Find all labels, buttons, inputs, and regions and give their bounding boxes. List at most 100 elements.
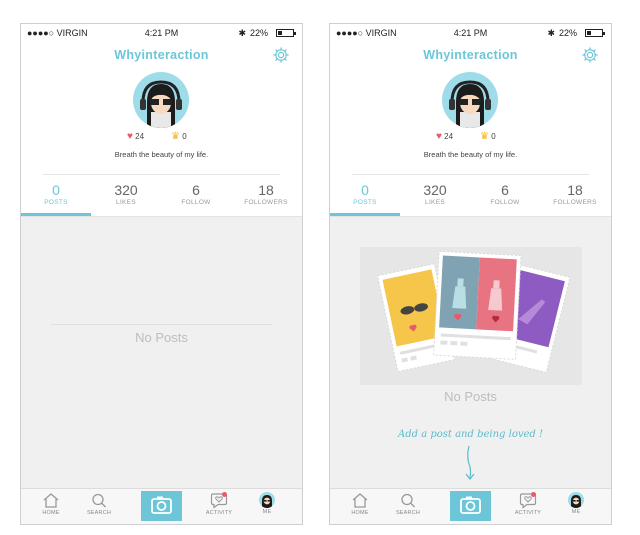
tabbar-search[interactable]: SEARCH bbox=[79, 492, 119, 516]
home-icon bbox=[43, 493, 59, 508]
crowns-stat: ♛ 0 bbox=[171, 131, 187, 142]
tab-value: 0 bbox=[52, 182, 60, 198]
camera-button[interactable] bbox=[141, 491, 182, 521]
tab-likes[interactable]: 320 LIKES bbox=[91, 182, 161, 206]
bluetooth-icon: ✱ bbox=[238, 28, 246, 38]
likes-stat: ♥ 24 bbox=[436, 131, 453, 142]
tabbar-label: HOME bbox=[351, 510, 369, 516]
empty-state-message: No Posts bbox=[444, 389, 497, 404]
status-bar: ●●●●○ VIRGIN 4:21 PM ✱ 22% bbox=[330, 24, 611, 42]
tab-posts[interactable]: 0 POSTS bbox=[21, 182, 91, 206]
tab-label: FOLLOWERS bbox=[244, 199, 288, 206]
crowns-count: 0 bbox=[182, 132, 187, 141]
camera-icon bbox=[460, 496, 481, 514]
tab-value: 18 bbox=[567, 182, 583, 198]
app-title: Whyinteraction bbox=[423, 48, 518, 62]
notification-dot bbox=[531, 492, 536, 497]
likes-stat: ♥ 24 bbox=[127, 131, 144, 142]
tab-followers[interactable]: 18 FOLLOWERS bbox=[540, 182, 610, 206]
tab-label: POSTS bbox=[353, 199, 377, 206]
heart-icon: ♥ bbox=[436, 131, 442, 142]
profile-tabs: 0 POSTS 320 LIKES 6 FOLLOW 18 FOLLOWERS bbox=[21, 182, 302, 216]
likes-count: 24 bbox=[444, 132, 454, 141]
tab-value: 6 bbox=[501, 182, 509, 198]
divider bbox=[352, 174, 589, 175]
tab-label: POSTS bbox=[44, 199, 68, 206]
tabbar-activity[interactable]: ACTIVITY bbox=[199, 492, 239, 516]
tabbar-label: SEARCH bbox=[395, 510, 421, 516]
tab-follow[interactable]: 6 FOLLOW bbox=[161, 182, 231, 206]
tabbar-label: SEARCH bbox=[86, 510, 112, 516]
avatar-illustration bbox=[571, 495, 581, 508]
tabbar-home[interactable]: HOME bbox=[340, 492, 380, 516]
tabbar-label: ME bbox=[262, 509, 272, 515]
crown-icon: ♛ bbox=[171, 131, 180, 142]
tabbar-search[interactable]: SEARCH bbox=[388, 492, 428, 516]
tab-value: 320 bbox=[423, 182, 447, 198]
tab-value: 18 bbox=[258, 182, 274, 198]
likes-count: 24 bbox=[135, 132, 145, 141]
divider bbox=[51, 324, 272, 325]
crowns-stat: ♛ 0 bbox=[480, 131, 496, 142]
tab-follow[interactable]: 6 FOLLOW bbox=[470, 182, 540, 206]
arrow-down-icon bbox=[465, 445, 475, 480]
tabbar-home[interactable]: HOME bbox=[31, 492, 71, 516]
bluetooth-icon: ✱ bbox=[547, 28, 555, 38]
crown-icon: ♛ bbox=[480, 131, 489, 142]
camera-button[interactable] bbox=[450, 491, 491, 521]
battery-icon bbox=[276, 29, 296, 37]
tabbar-me[interactable]: ME bbox=[247, 492, 287, 515]
search-icon bbox=[92, 493, 106, 508]
avatar[interactable] bbox=[133, 72, 189, 128]
phone-screen-empty: ●●●●○ VIRGIN 4:21 PM ✱ 22% Whyinteractio… bbox=[20, 23, 303, 525]
camera-icon bbox=[151, 496, 172, 514]
tab-value: 0 bbox=[361, 182, 369, 198]
tab-posts[interactable]: 0 POSTS bbox=[330, 182, 400, 206]
notification-dot bbox=[222, 492, 227, 497]
avatar-illustration bbox=[449, 80, 491, 128]
tab-label: FOLLOWERS bbox=[553, 199, 597, 206]
me-avatar bbox=[259, 492, 275, 508]
avatar[interactable] bbox=[442, 72, 498, 128]
settings-gear-icon[interactable] bbox=[272, 46, 290, 64]
profile-mini-stats: ♥ 24 ♛ 0 bbox=[330, 131, 611, 143]
bottom-tab-bar: HOME SEARCH ACTIVITY ME bbox=[330, 488, 611, 524]
tab-label: LIKES bbox=[425, 199, 445, 206]
battery-percent: 22% bbox=[249, 28, 268, 38]
empty-posts-illustration bbox=[360, 247, 582, 385]
divider bbox=[43, 174, 280, 175]
heart-icon: ♥ bbox=[127, 131, 133, 142]
search-icon bbox=[401, 493, 415, 508]
tabbar-activity[interactable]: ACTIVITY bbox=[508, 492, 548, 516]
me-avatar bbox=[568, 492, 584, 508]
tab-likes[interactable]: 320 LIKES bbox=[400, 182, 470, 206]
tabbar-me[interactable]: ME bbox=[556, 492, 596, 515]
profile-mini-stats: ♥ 24 ♛ 0 bbox=[21, 131, 302, 143]
profile-tabs: 0 POSTS 320 LIKES 6 FOLLOW 18 FOLLOWERS bbox=[330, 182, 611, 216]
tab-value: 6 bbox=[192, 182, 200, 198]
posts-content-area: No Posts Add a post and being loved ! bbox=[330, 216, 611, 489]
profile-bio: Breath the beauty of my life. bbox=[114, 150, 209, 159]
app-title: Whyinteraction bbox=[114, 48, 209, 62]
tab-value: 320 bbox=[114, 182, 138, 198]
avatar-illustration bbox=[262, 495, 272, 508]
photo-cards-illustration bbox=[376, 250, 571, 374]
status-bar: ●●●●○ VIRGIN 4:21 PM ✱ 22% bbox=[21, 24, 302, 42]
tabbar-label: ME bbox=[571, 509, 581, 515]
tabbar-label: HOME bbox=[42, 510, 60, 516]
tab-label: FOLLOW bbox=[490, 199, 520, 206]
tab-followers[interactable]: 18 FOLLOWERS bbox=[231, 182, 301, 206]
posts-content-area: No Posts bbox=[21, 216, 302, 489]
avatar-illustration bbox=[140, 80, 182, 128]
crowns-count: 0 bbox=[491, 132, 496, 141]
phone-screen-empty-with-hint: ●●●●○ VIRGIN 4:21 PM ✱ 22% Whyinteractio… bbox=[329, 23, 612, 525]
add-post-hint: Add a post and being loved ! bbox=[398, 429, 543, 440]
home-icon bbox=[352, 493, 368, 508]
tab-label: FOLLOW bbox=[181, 199, 211, 206]
settings-gear-icon[interactable] bbox=[581, 46, 599, 64]
bottom-tab-bar: HOME SEARCH ACTIVITY ME bbox=[21, 488, 302, 524]
tab-label: LIKES bbox=[116, 199, 136, 206]
battery-icon bbox=[585, 29, 605, 37]
empty-state-message: No Posts bbox=[135, 330, 188, 345]
battery-percent: 22% bbox=[558, 28, 577, 38]
